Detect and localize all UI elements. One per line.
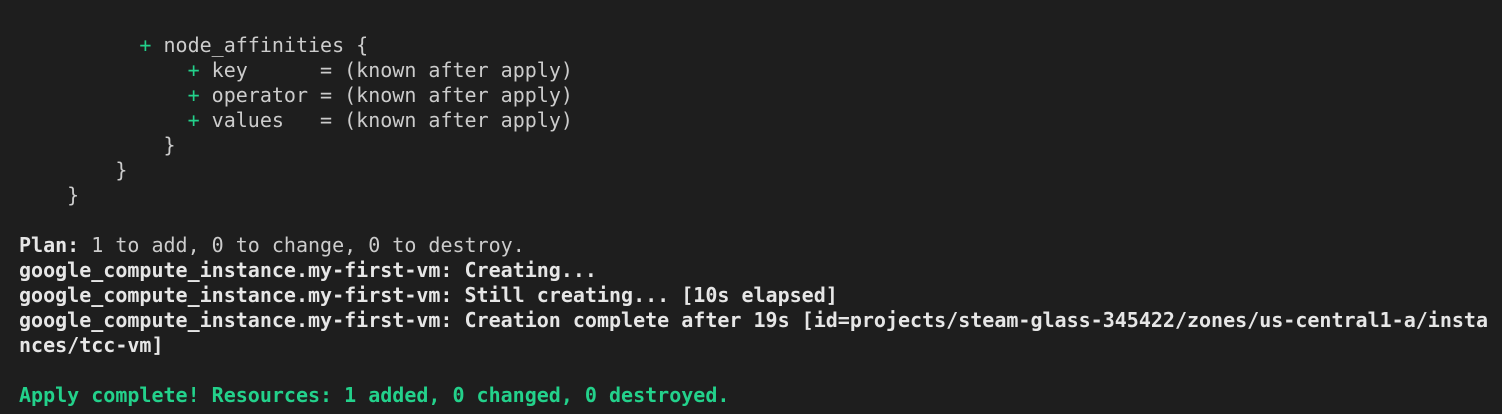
- apply-line-still-creating: google_compute_instance.my-first-vm: Sti…: [19, 283, 838, 307]
- close-brace-inner: }: [19, 133, 1502, 158]
- plus-sign: +: [187, 58, 200, 82]
- apply-line-creating: google_compute_instance.my-first-vm: Cre…: [19, 258, 597, 282]
- plus-sign: +: [139, 33, 152, 57]
- key-text: key = (known after apply): [199, 58, 573, 82]
- plan-summary-line: Plan: 1 to add, 0 to change, 0 to destro…: [19, 233, 1502, 258]
- close-brace-outer: }: [19, 183, 1502, 208]
- plus-sign: +: [187, 83, 200, 107]
- terminal-output[interactable]: + node_affinities { + key = (known after…: [0, 0, 1502, 414]
- apply-complete-message: Apply complete! Resources: 1 added, 0 ch…: [19, 383, 730, 407]
- plan-summary-text: 1 to add, 0 to change, 0 to destroy.: [79, 233, 525, 257]
- node-affinities-line: + node_affinities {: [19, 33, 1502, 58]
- plan-label: Plan:: [19, 233, 80, 257]
- brace-text: }: [115, 158, 128, 182]
- values-text: values = (known after apply): [199, 108, 573, 132]
- values-line: + values = (known after apply): [19, 108, 1502, 133]
- brace-text: }: [67, 183, 80, 207]
- plus-sign: +: [187, 108, 200, 132]
- brace-text: }: [163, 133, 176, 157]
- key-line: + key = (known after apply): [19, 58, 1502, 83]
- operator-line: + operator = (known after apply): [19, 83, 1502, 108]
- close-brace-mid: }: [19, 158, 1502, 183]
- operator-text: operator = (known after apply): [199, 83, 573, 107]
- node-affinities-text: node_affinities {: [151, 33, 369, 57]
- apply-line-complete: google_compute_instance.my-first-vm: Cre…: [19, 308, 1489, 332]
- apply-line-complete-wrap: nces/tcc-vm]: [19, 333, 164, 357]
